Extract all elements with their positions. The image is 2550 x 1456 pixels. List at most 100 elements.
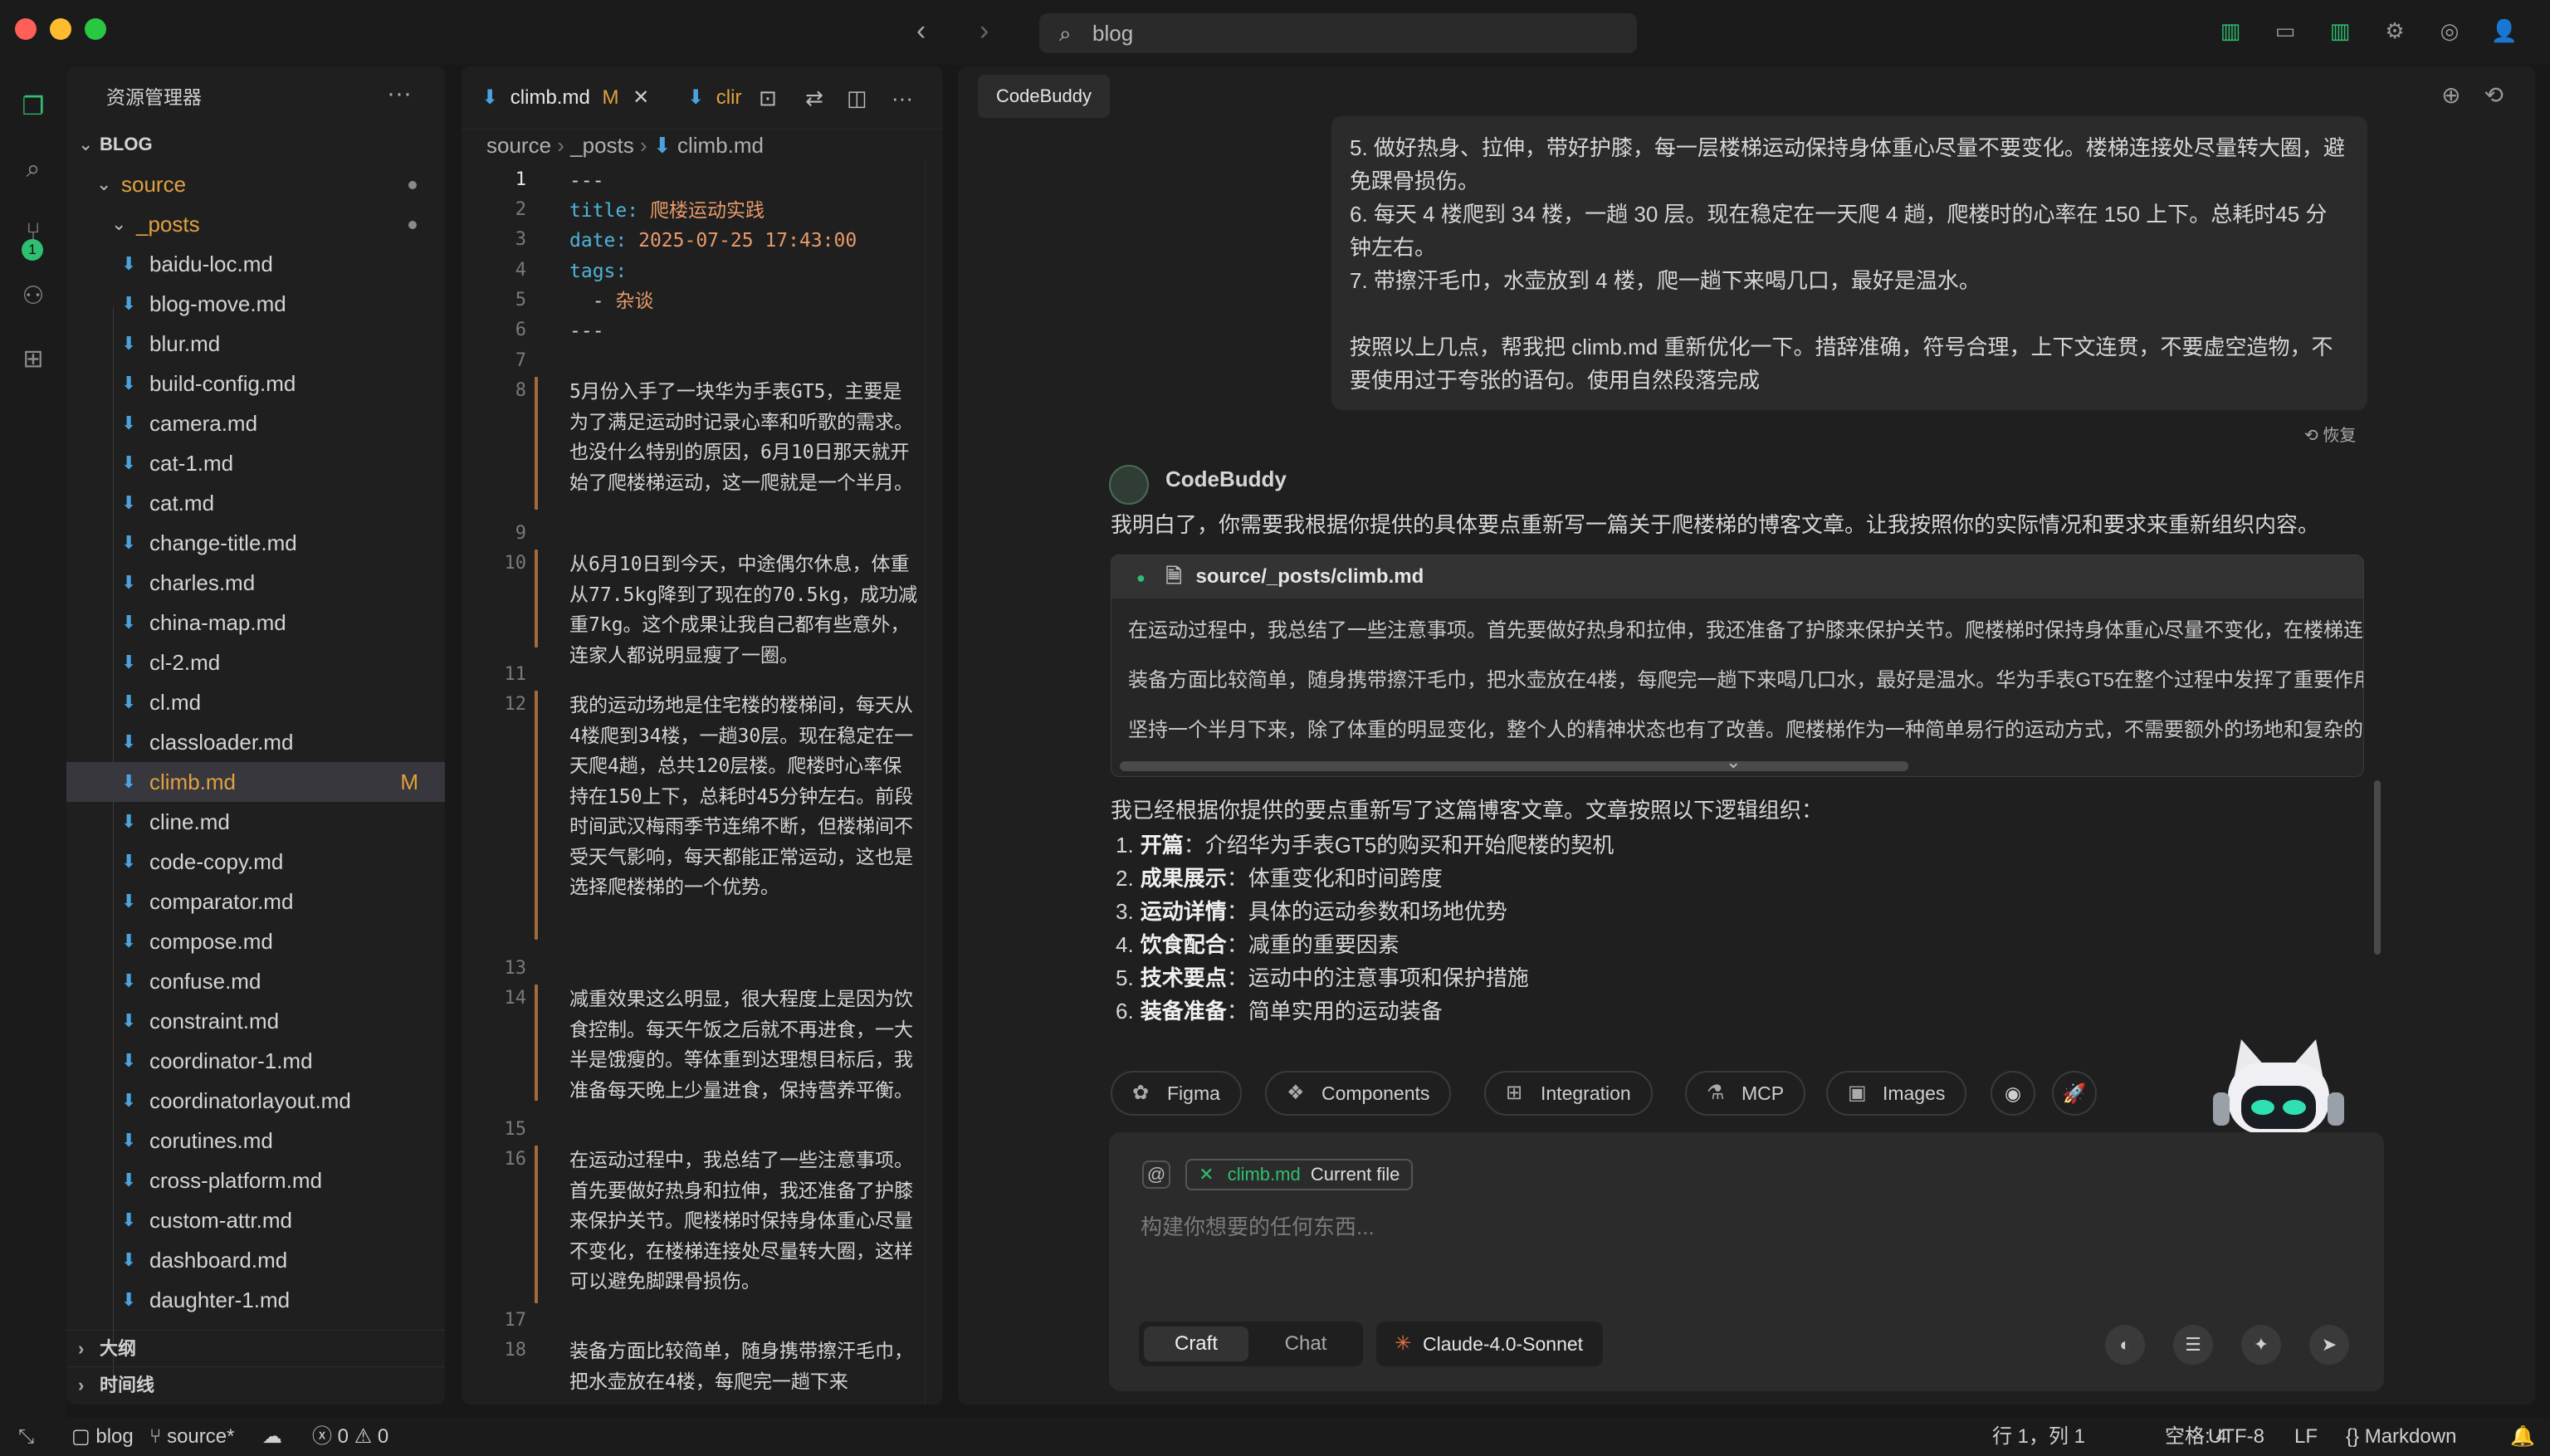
toggle-primary-sidebar-icon[interactable]: ▥ bbox=[2215, 15, 2246, 46]
file-item[interactable]: ⬇ china-map.md bbox=[66, 603, 445, 642]
codebuddy-tab[interactable]: CodeBuddy bbox=[978, 75, 1110, 118]
notifications-bell-icon[interactable]: 🔔 bbox=[2510, 1418, 2535, 1456]
breadcrumb-source[interactable]: source bbox=[486, 133, 551, 158]
mention-button[interactable]: @ bbox=[1142, 1160, 1170, 1189]
file-name: build-config.md bbox=[149, 371, 296, 396]
rocket-icon[interactable]: 🚀 bbox=[2052, 1071, 2097, 1116]
file-item[interactable]: ⬇ constraint.md bbox=[66, 1001, 445, 1041]
file-item[interactable]: ⬇ change-title.md bbox=[66, 523, 445, 563]
status-folder[interactable]: ▢ blog bbox=[71, 1418, 134, 1456]
toggle-secondary-sidebar-icon[interactable]: ▥ bbox=[2324, 15, 2356, 46]
file-item[interactable]: ⬇ cat.md bbox=[66, 483, 445, 523]
file-item[interactable]: ⬇ code-copy.md bbox=[66, 842, 445, 882]
maximize-window-button[interactable] bbox=[85, 18, 106, 40]
tree-folder-source[interactable]: ⌄ source bbox=[66, 164, 445, 204]
file-item[interactable]: ⬇ comparator.md bbox=[66, 882, 445, 921]
preview-eye-icon[interactable]: ◉ bbox=[1991, 1071, 2035, 1116]
file-item[interactable]: ⬇ charles.md bbox=[66, 563, 445, 603]
account-icon[interactable]: 👤 bbox=[2489, 15, 2520, 46]
file-card-header[interactable]: ● 🗎 source/_posts/climb.md bbox=[1111, 555, 2363, 599]
file-item[interactable]: ⬇ build-config.md bbox=[66, 364, 445, 403]
tree-folder-posts[interactable]: ⌄ _posts bbox=[66, 204, 445, 244]
breadcrumb-file[interactable]: climb.md bbox=[677, 133, 764, 158]
toggle-panel-icon[interactable]: ▭ bbox=[2269, 15, 2301, 46]
model-selector[interactable]: ✳ Claude-4.0-Sonnet bbox=[1376, 1322, 1604, 1366]
palette-icon[interactable]: ◐ bbox=[2105, 1325, 2145, 1365]
send-icon[interactable]: ➤ bbox=[2309, 1325, 2349, 1365]
debug-icon[interactable]: ⚇ bbox=[15, 277, 51, 314]
chevron-down-icon[interactable]: ⌄ bbox=[1726, 751, 1741, 773]
tab-second[interactable]: ⬇ clir bbox=[687, 66, 741, 129]
chat-input-box[interactable]: @ ✕ climb.md Current file 构建你想要的任何东西... … bbox=[1109, 1132, 2384, 1391]
components-chip[interactable]: ❖ Components bbox=[1265, 1071, 1452, 1116]
file-item[interactable]: ⬇ camera.md bbox=[66, 403, 445, 443]
close-tab-icon[interactable]: ✕ bbox=[633, 86, 649, 109]
status-branch[interactable]: ⑂ source* bbox=[149, 1418, 234, 1456]
split-editor-icon[interactable]: ◫ bbox=[847, 66, 867, 129]
file-item[interactable]: ⬇ classloader.md bbox=[66, 722, 445, 762]
file-item[interactable]: ⬇ dashboard.md bbox=[66, 1240, 445, 1280]
command-search-bar[interactable]: ⌕ blog bbox=[1039, 13, 1637, 53]
file-item[interactable]: ⬇ corutines.md bbox=[66, 1121, 445, 1160]
horizontal-scrollbar[interactable] bbox=[1120, 761, 1908, 771]
tree-root-blog[interactable]: ⌄ BLOG bbox=[66, 125, 445, 164]
status-position[interactable]: 行 1，列 1 bbox=[1992, 1418, 2085, 1456]
status-eol[interactable]: LF bbox=[2294, 1418, 2318, 1456]
history-icon[interactable]: ⟲ bbox=[2484, 81, 2504, 109]
file-item[interactable]: ⬇ custom-attr.md bbox=[66, 1200, 445, 1240]
sync-icon[interactable]: ☁ bbox=[262, 1418, 282, 1456]
file-item[interactable]: ⬇ cline.md bbox=[66, 802, 445, 842]
more-actions-icon[interactable]: ··· bbox=[892, 66, 913, 129]
restore-button[interactable]: ⟲ 恢复 bbox=[2304, 422, 2356, 446]
file-item[interactable]: ⬇ blog-move.md bbox=[66, 284, 445, 324]
minimap[interactable] bbox=[925, 163, 943, 1405]
line-number: 17 bbox=[504, 1310, 527, 1331]
file-item[interactable]: ⬇ cl-2.md bbox=[66, 642, 445, 682]
status-problems[interactable]: ⓧ 0 ⚠ 0 bbox=[312, 1418, 388, 1456]
file-item[interactable]: ⬇ cl.md bbox=[66, 682, 445, 722]
checklist-icon[interactable]: ☰ bbox=[2173, 1325, 2213, 1365]
close-window-button[interactable] bbox=[15, 18, 37, 40]
remote-icon[interactable]: ⤡ bbox=[18, 1418, 34, 1456]
file-item[interactable]: ⬇ coordinatorlayout.md bbox=[66, 1081, 445, 1121]
chat-input-placeholder[interactable]: 构建你想要的任何东西... bbox=[1141, 1210, 1375, 1241]
mode-craft[interactable]: Craft bbox=[1144, 1327, 1248, 1361]
sparkle-icon[interactable]: ✦ bbox=[2241, 1325, 2281, 1365]
mode-chat[interactable]: Chat bbox=[1253, 1327, 1358, 1361]
images-chip[interactable]: ▣ Images bbox=[1826, 1071, 1967, 1116]
file-item[interactable]: ⬇ compose.md bbox=[66, 921, 445, 961]
minimize-window-button[interactable] bbox=[50, 18, 71, 40]
status-encoding[interactable]: UTF-8 bbox=[2208, 1418, 2264, 1456]
file-item[interactable]: ⬇ baidu-loc.md bbox=[66, 244, 445, 284]
settings-gear-icon[interactable]: ⚙ bbox=[2379, 15, 2411, 46]
file-item[interactable]: ⬇ climb.md M bbox=[66, 762, 445, 802]
context-file-chip[interactable]: ✕ climb.md Current file bbox=[1185, 1159, 1414, 1190]
file-item[interactable]: ⬇ coordinator-1.md bbox=[66, 1041, 445, 1081]
compare-changes-icon[interactable]: ⇄ bbox=[805, 66, 823, 129]
integration-chip[interactable]: ⊞ Integration bbox=[1484, 1071, 1653, 1116]
file-item[interactable]: ⬇ blur.md bbox=[66, 324, 445, 364]
breadcrumb-posts[interactable]: _posts bbox=[570, 133, 634, 158]
more-actions-icon[interactable]: ··· bbox=[387, 80, 412, 108]
search-icon[interactable]: ⌕ bbox=[15, 151, 51, 188]
file-change-card[interactable]: ● 🗎 source/_posts/climb.md 在运动过程中，我总结了一些… bbox=[1111, 555, 2364, 777]
status-language[interactable]: {} Markdown bbox=[2346, 1418, 2456, 1456]
tab-climb-md[interactable]: ⬇ climb.md M ✕ bbox=[481, 66, 649, 129]
extension-icon[interactable]: ◎ bbox=[2434, 15, 2465, 46]
open-preview-icon[interactable]: ⊡ bbox=[759, 66, 777, 129]
explorer-icon[interactable]: ❐ bbox=[15, 88, 51, 125]
file-item[interactable]: ⬇ cat-1.md bbox=[66, 443, 445, 483]
extensions-icon[interactable]: ⊞ bbox=[15, 340, 51, 377]
chat-scrollbar[interactable] bbox=[2374, 780, 2381, 955]
mcp-chip[interactable]: ⚗ MCP bbox=[1685, 1071, 1806, 1116]
new-chat-icon[interactable]: ⊕ bbox=[2441, 81, 2460, 109]
outline-section[interactable]: › 大纲 bbox=[66, 1330, 445, 1366]
file-item[interactable]: ⬇ confuse.md bbox=[66, 961, 445, 1001]
file-item[interactable]: ⬇ cross-platform.md bbox=[66, 1160, 445, 1200]
file-item[interactable]: ⬇ daughter-1.md bbox=[66, 1280, 445, 1320]
remove-context-icon[interactable]: ✕ bbox=[1199, 1164, 1214, 1185]
forward-arrow-icon[interactable]: › bbox=[979, 15, 989, 47]
back-arrow-icon[interactable]: ‹ bbox=[916, 15, 926, 47]
figma-chip[interactable]: ✿ Figma bbox=[1111, 1071, 1242, 1116]
timeline-section[interactable]: › 时间线 bbox=[66, 1366, 445, 1403]
